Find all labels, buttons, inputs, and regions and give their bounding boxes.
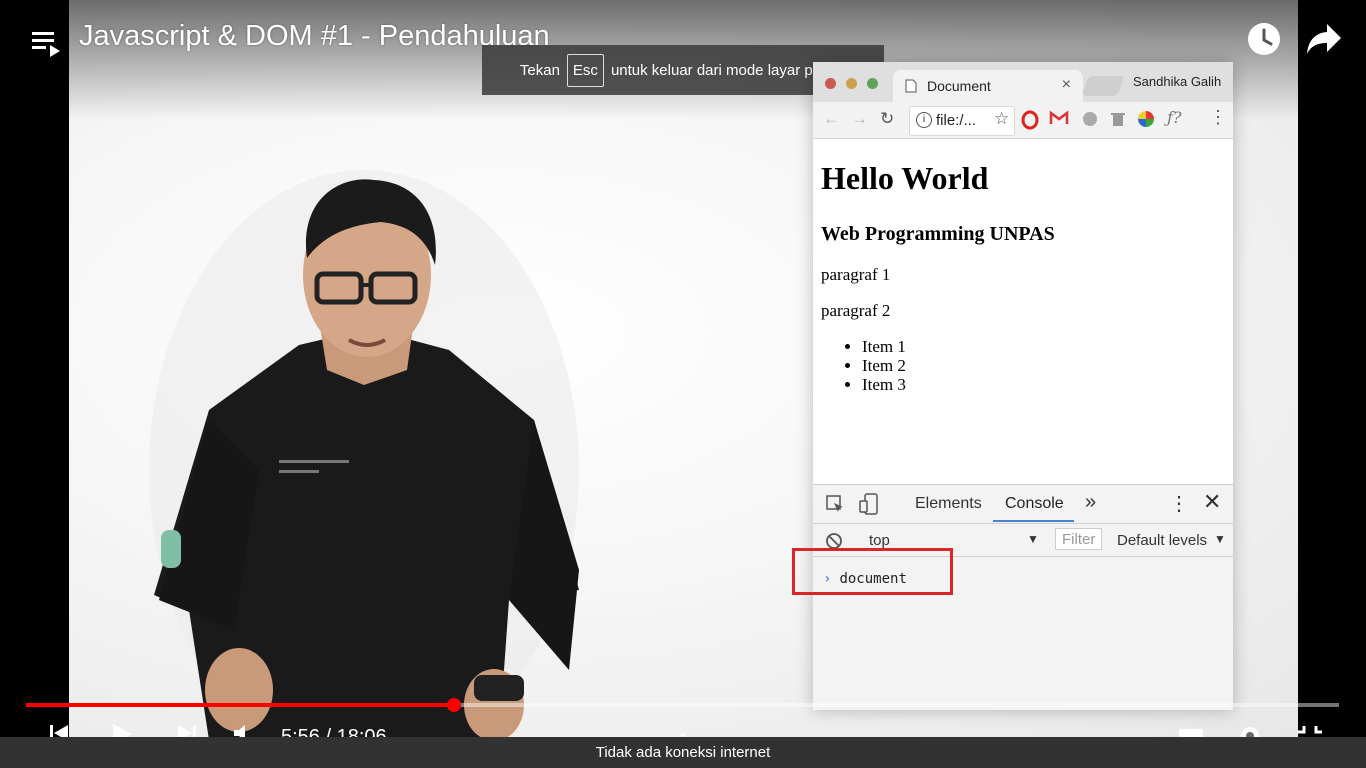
extension-globe-icon [1083, 112, 1097, 126]
function-extension-icon: ƒ? [1167, 108, 1182, 127]
back-arrow-icon: ← [823, 109, 840, 128]
presenter-image [149, 170, 579, 740]
web-page-content: Hello World Web Programming UNPAS paragr… [813, 139, 1233, 484]
bookmark-star-icon: ☆ [994, 109, 1010, 128]
browser-tab-document: Document × [893, 70, 1083, 102]
tab-elements: Elements [915, 495, 982, 512]
video-progress-bar[interactable] [26, 698, 1339, 712]
list-item: Item 1 [862, 337, 906, 356]
color-wheel-icon [1138, 111, 1154, 127]
page-subheading: Web Programming UNPAS [821, 223, 1055, 245]
video-title[interactable]: Javascript & DOM #1 - Pendahuluan [79, 20, 550, 53]
more-tabs-icon: » [1085, 491, 1097, 513]
devtools-panel: Elements Console » ⋮ ✕ top ▼ Filter Defa… [813, 484, 1233, 710]
maximize-dot-icon [867, 78, 878, 89]
profile-name: Sandhika Galih [1133, 74, 1222, 89]
info-icon: i [916, 112, 932, 128]
list-item: Item 2 [862, 356, 906, 375]
browser-window: Document × Sandhika Galih ← → ↻ i file:/… [813, 62, 1233, 710]
paragraph-1: paragraf 1 [821, 265, 891, 284]
log-levels-dropdown: Default levels [1117, 532, 1208, 549]
tab-close-icon: × [1061, 76, 1071, 93]
toast-prefix: Tekan [519, 61, 560, 79]
page-heading: Hello World [821, 160, 989, 196]
esc-key-badge: Esc [566, 53, 604, 87]
close-dot-icon [825, 78, 836, 89]
devtools-menu-icon: ⋮ [1169, 493, 1189, 515]
kebab-menu-icon: ⋮ [1209, 107, 1227, 127]
devtools-close-icon: ✕ [1203, 489, 1222, 514]
reload-icon: ↻ [880, 109, 895, 128]
address-url: file:/... [936, 112, 977, 129]
opera-icon [1021, 110, 1039, 130]
inspect-element-icon [826, 495, 843, 512]
gmail-icon [1049, 110, 1069, 124]
new-tab-button [1081, 76, 1125, 96]
offline-message: Tidak ada koneksi internet [595, 744, 771, 761]
minimize-dot-icon [846, 78, 857, 89]
clock-icon[interactable] [1247, 22, 1281, 56]
scrubber-handle[interactable] [447, 698, 462, 712]
share-icon[interactable] [1305, 22, 1343, 56]
context-dropdown-icon: ▼ [1027, 532, 1039, 546]
browser-tab-bar: Document × Sandhika Galih [813, 62, 1233, 102]
offline-notification: Tidak ada koneksi internet [0, 737, 1366, 768]
player-controls: 5:56 / 18:06 ⌄ [0, 712, 1366, 740]
tab-title: Document [927, 78, 991, 94]
progress-played [26, 703, 455, 707]
playlist-icon[interactable] [30, 27, 62, 57]
document-icon [905, 79, 917, 93]
device-toolbar-icon [859, 493, 878, 515]
browser-toolbar: ← → ↻ i file:/... ☆ ƒ? ⋮ [813, 102, 1233, 139]
extension-trash-icon [1111, 113, 1125, 126]
tab-console: Console [1005, 495, 1064, 512]
levels-dropdown-icon: ▼ [1214, 532, 1226, 546]
item-list: Item 1 Item 2 Item 3 [821, 337, 906, 394]
devtools-toolbar: Elements Console » ⋮ ✕ [813, 485, 1233, 524]
list-item: Item 3 [862, 375, 906, 394]
toast-suffix: untuk keluar dari mode layar penuh [610, 61, 847, 79]
paragraph-2: paragraf 2 [821, 301, 891, 320]
console-filter-input: Filter [1055, 528, 1103, 550]
context-selector: top [869, 532, 890, 549]
active-tab-indicator [993, 520, 1074, 522]
highlight-annotation [792, 548, 953, 595]
forward-arrow-icon: → [851, 109, 868, 128]
